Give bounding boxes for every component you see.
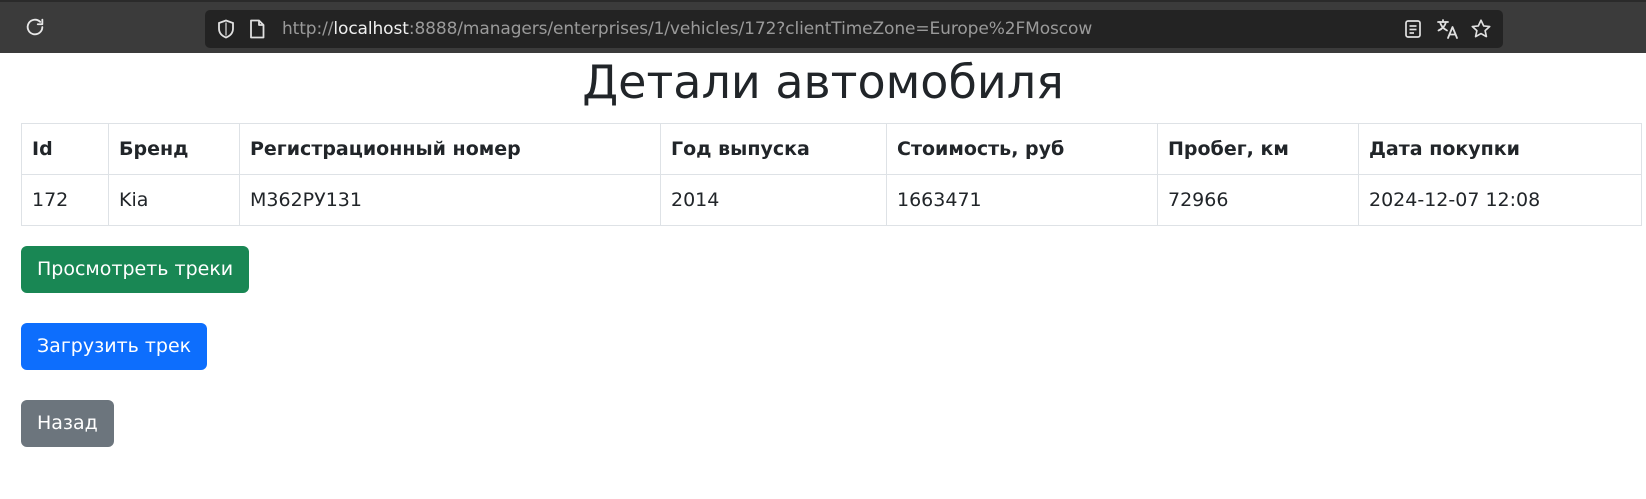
cell-brand: Kia <box>108 174 240 226</box>
cell-purchase-date: 2024-12-07 12:08 <box>1358 174 1642 226</box>
page-title: Детали автомобиля <box>582 55 1064 109</box>
header-brand: Бренд <box>108 123 240 175</box>
header-price: Стоимость, руб <box>886 123 1158 175</box>
address-bar[interactable]: http://localhost:8888/managers/enterpris… <box>205 10 1503 48</box>
reload-button[interactable] <box>23 17 47 41</box>
upload-track-button[interactable]: Загрузить трек <box>21 323 208 370</box>
bookmark-star-icon[interactable] <box>1470 19 1492 39</box>
url-text[interactable]: http://localhost:8888/managers/enterpris… <box>282 10 1092 48</box>
header-purchase-date: Дата покупки <box>1358 123 1642 175</box>
cell-mileage: 72966 <box>1157 174 1359 226</box>
url-path: :8888/managers/enterprises/1/vehicles/17… <box>408 19 1093 39</box>
header-mileage: Пробег, км <box>1157 123 1359 175</box>
cell-price: 1663471 <box>886 174 1158 226</box>
table-row: 172 Kia М362РУ131 2014 1663471 72966 202… <box>21 174 1642 226</box>
view-tracks-button[interactable]: Просмотреть треки <box>21 246 250 293</box>
browser-toolbar: http://localhost:8888/managers/enterpris… <box>0 0 1646 53</box>
shield-icon[interactable] <box>216 19 236 39</box>
cell-year: 2014 <box>660 174 887 226</box>
page-icon[interactable] <box>247 19 267 39</box>
vehicle-details-table: Id Бренд Регистрационный номер Год выпус… <box>21 123 1642 226</box>
table-header-row: Id Бренд Регистрационный номер Год выпус… <box>21 123 1642 175</box>
reader-view-icon[interactable] <box>1403 19 1423 39</box>
cell-id: 172 <box>21 174 109 226</box>
url-scheme: http:// <box>282 19 334 39</box>
reload-icon <box>24 16 46 42</box>
header-reg-number: Регистрационный номер <box>239 123 661 175</box>
header-id: Id <box>21 123 109 175</box>
url-host: localhost <box>333 19 409 39</box>
translate-icon[interactable] <box>1436 19 1460 39</box>
back-button[interactable]: Назад <box>21 400 114 447</box>
cell-reg-number: М362РУ131 <box>239 174 661 226</box>
header-year: Год выпуска <box>660 123 887 175</box>
